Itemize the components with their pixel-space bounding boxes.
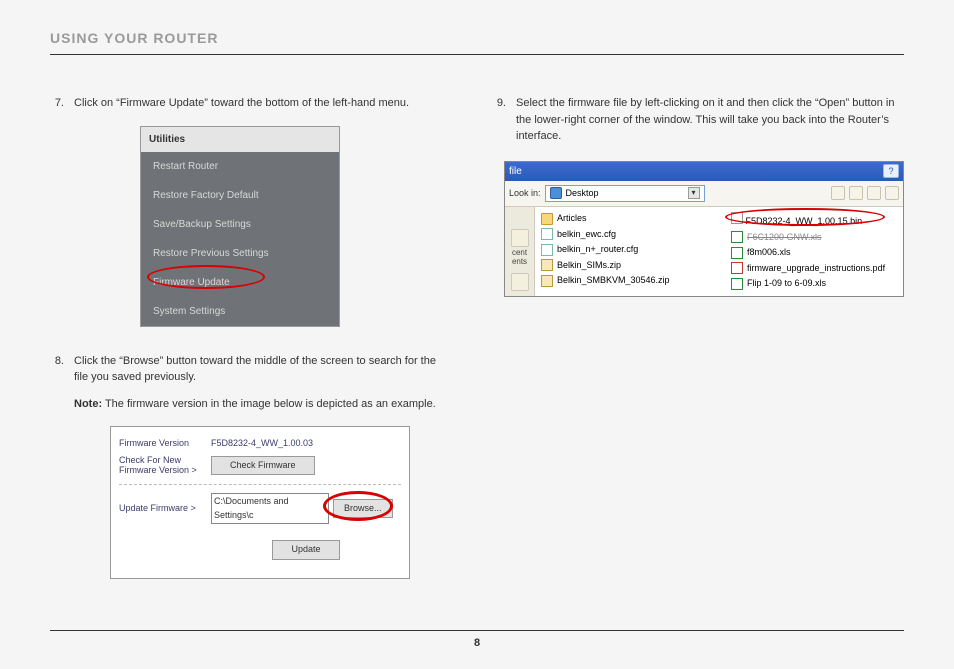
chevron-down-icon: ▾ <box>688 187 700 199</box>
step-9: 9. Select the firmware file by left-clic… <box>492 95 904 145</box>
menu-item-system-settings: System Settings <box>141 297 339 326</box>
page-section-title: USING YOUR ROUTER <box>50 30 904 55</box>
xls-file-icon <box>731 231 743 243</box>
note-label: Note: <box>74 398 102 410</box>
fw-version-label: Firmware Version <box>119 438 211 449</box>
step-7: 7. Click on “Firmware Update” toward the… <box>50 95 452 112</box>
utilities-menu-screenshot: Utilities Restart Router Restore Factory… <box>140 126 340 327</box>
right-column: 9. Select the firmware file by left-clic… <box>492 95 904 579</box>
firmware-panel-screenshot: Firmware Version F5D8232-4_WW_1.00.03 Ch… <box>110 426 410 579</box>
menu-item-restore-factory: Restore Factory Default <box>141 181 339 210</box>
menu-item-restart-router: Restart Router <box>141 152 339 181</box>
dialog-titlebar: file ? <box>505 162 903 181</box>
menu-item-save-backup: Save/Backup Settings <box>141 210 339 239</box>
firmware-path-input: C:\Documents and Settings\c <box>211 493 329 524</box>
sidebar-text-2: ents <box>507 258 532 267</box>
file-item: belkin_n+_router.cfg <box>541 242 707 258</box>
step-text: Select the firmware file by left-clickin… <box>516 95 904 145</box>
content-columns: 7. Click on “Firmware Update” toward the… <box>50 95 904 579</box>
fw-check-label: Check For New Firmware Version > <box>119 455 211 477</box>
dialog-body: cent ents Articles belkin_ewc.cfg belkin… <box>505 207 903 296</box>
dialog-title-text: file <box>509 164 522 179</box>
cfg-file-icon <box>541 244 553 256</box>
folder-icon <box>541 213 553 225</box>
note-text: The firmware version in the image below … <box>102 398 436 410</box>
file-list: Articles belkin_ewc.cfg belkin_n+_router… <box>535 207 903 296</box>
step-8-note: Note: The firmware version in the image … <box>74 396 452 413</box>
step-text: Click on “Firmware Update” toward the bo… <box>74 95 452 112</box>
file-item: firmware_upgrade_instructions.pdf <box>731 261 897 277</box>
file-name: Articles <box>557 212 587 226</box>
back-icon <box>831 186 845 200</box>
xls-file-icon <box>731 247 743 259</box>
left-column: 7. Click on “Firmware Update” toward the… <box>50 95 452 579</box>
check-firmware-button: Check Firmware <box>211 456 315 476</box>
file-item: f8m006.xls <box>731 245 897 261</box>
toolbar-icons <box>831 186 899 200</box>
step-8-main: Click the “Browse” button toward the mid… <box>74 355 436 384</box>
fw-update-label: Update Firmware > <box>119 503 211 514</box>
views-icon <box>885 186 899 200</box>
places-icon <box>511 273 529 291</box>
lookin-dropdown: Desktop ▾ <box>545 185 705 203</box>
file-name: Belkin_SMBKVM_30546.zip <box>557 274 670 288</box>
file-item: Belkin_SIMs.zip <box>541 258 707 274</box>
places-icon <box>511 229 529 247</box>
file-name: firmware_upgrade_instructions.pdf <box>747 262 885 276</box>
desktop-icon <box>550 187 562 199</box>
file-item: F6C1200 GNW.xls <box>731 230 897 246</box>
menu-item-label: Firmware Update <box>153 277 230 288</box>
new-folder-icon <box>867 186 881 200</box>
pdf-file-icon <box>731 262 743 274</box>
browse-button: Browse... <box>333 499 393 519</box>
zip-file-icon <box>541 275 553 287</box>
file-column-right: F5D8232-4_WW_1.00.15.bin F6C1200 GNW.xls… <box>731 211 897 292</box>
file-name: Flip 1-09 to 6-09.xls <box>747 277 826 291</box>
file-item: belkin_ewc.cfg <box>541 227 707 243</box>
menu-item-firmware-update: Firmware Update <box>141 268 339 297</box>
page-number: 8 <box>474 637 480 649</box>
step-text: Click the “Browse” button toward the mid… <box>74 353 452 413</box>
file-item-highlighted: F5D8232-4_WW_1.00.15.bin <box>731 211 897 230</box>
update-button: Update <box>272 540 339 560</box>
step-8: 8. Click the “Browse” button toward the … <box>50 353 452 413</box>
file-item: Flip 1-09 to 6-09.xls <box>731 276 897 292</box>
divider <box>119 484 401 485</box>
file-name: belkin_ewc.cfg <box>557 228 616 242</box>
file-column-left: Articles belkin_ewc.cfg belkin_n+_router… <box>541 211 707 292</box>
dialog-toolbar: Look in: Desktop ▾ <box>505 181 903 208</box>
file-name: belkin_n+_router.cfg <box>557 243 638 257</box>
file-item: Belkin_SMBKVM_30546.zip <box>541 273 707 289</box>
file-name: f8m006.xls <box>747 246 791 260</box>
step-number: 7. <box>50 95 64 112</box>
page-footer: 8 <box>50 630 904 649</box>
file-name: F6C1200 GNW.xls <box>747 231 822 245</box>
file-dialog-screenshot: file ? Look in: Desktop ▾ <box>504 161 904 297</box>
up-folder-icon <box>849 186 863 200</box>
file-name: Belkin_SIMs.zip <box>557 259 621 273</box>
dialog-places-sidebar: cent ents <box>505 207 535 296</box>
help-icon: ? <box>883 164 899 178</box>
file-item: Articles <box>541 211 707 227</box>
step-number: 8. <box>50 353 64 413</box>
xls-file-icon <box>731 278 743 290</box>
file-name: F5D8232-4_WW_1.00.15.bin <box>746 216 863 226</box>
menu-item-restore-previous: Restore Previous Settings <box>141 239 339 268</box>
utilities-menu-title: Utilities <box>141 127 339 152</box>
cfg-file-icon <box>541 228 553 240</box>
browse-button-wrap: Browse... <box>333 499 393 519</box>
lookin-value: Desktop <box>566 187 599 201</box>
bin-file-icon <box>731 212 743 224</box>
zip-file-icon <box>541 259 553 271</box>
fw-version-value: F5D8232-4_WW_1.00.03 <box>211 437 313 451</box>
lookin-label: Look in: <box>509 187 541 201</box>
step-number: 9. <box>492 95 506 145</box>
